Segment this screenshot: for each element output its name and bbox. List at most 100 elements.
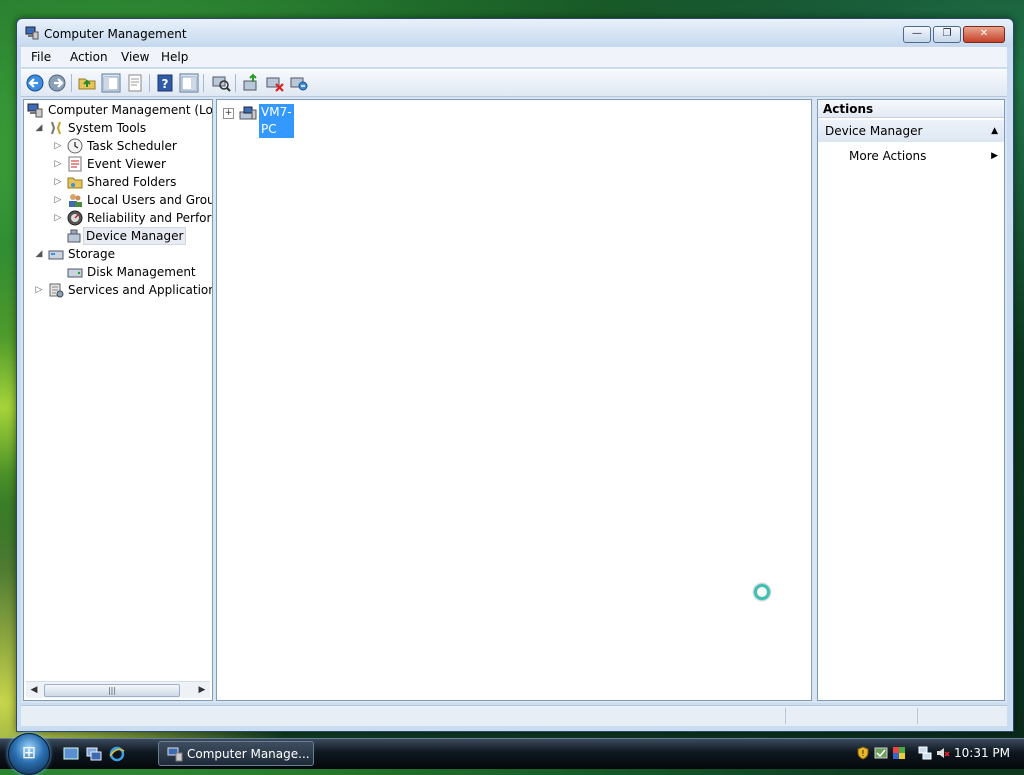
event-viewer-icon [68, 156, 82, 172]
shared-folder-icon [67, 177, 83, 189]
toolbar-separator [71, 74, 72, 92]
actions-pane: Actions Device Manager ▲ More Actions ▶ [817, 99, 1005, 701]
toolbar-separator [203, 74, 204, 92]
tree-item-reliability[interactable]: ▷ Reliability and Performa [26, 209, 212, 227]
tree-item-device-manager[interactable]: Device Manager [26, 227, 212, 245]
actions-section-label: Device Manager [825, 124, 923, 138]
maximize-icon: ❐ [942, 28, 952, 39]
up-folder-icon[interactable] [77, 73, 97, 93]
tree-item-disk-management[interactable]: Disk Management [26, 263, 212, 281]
more-actions-label: More Actions [849, 149, 927, 163]
performance-gauge-icon [67, 210, 83, 226]
services-icon [49, 283, 64, 298]
scroll-left-icon[interactable]: ◀ [26, 682, 42, 698]
horizontal-scrollbar[interactable]: ◀ ||| ▶ [26, 681, 210, 698]
menu-view[interactable]: View [117, 49, 153, 65]
clock[interactable]: 10:31 PM [954, 746, 1010, 760]
status-bar [21, 705, 1007, 726]
toolbar-separator [235, 74, 236, 92]
uninstall-device-icon[interactable] [289, 73, 309, 93]
network-icon[interactable] [918, 746, 932, 760]
maximize-button[interactable]: ❐ [933, 26, 961, 43]
console-tree: Computer Management (Local ◢ System Tool… [23, 99, 213, 701]
switch-windows-icon[interactable] [86, 746, 102, 762]
taskbar: ⊞ Computer Manage... ! 10:31 PM [0, 733, 1024, 775]
menu-bar: File Action View Help [21, 47, 1007, 67]
expand-arrow-icon[interactable]: ▷ [53, 173, 63, 191]
svg-text:?: ? [162, 77, 169, 91]
tree-item-root[interactable]: Computer Management (Local [26, 101, 212, 119]
main-content: Computer Management (Local ◢ System Tool… [21, 97, 1007, 703]
internet-explorer-icon[interactable] [109, 746, 125, 762]
tree-item-task-scheduler[interactable]: ▷ Task Scheduler [26, 137, 212, 155]
show-hide-console-tree-icon[interactable] [101, 73, 121, 93]
scan-hardware-icon[interactable] [211, 73, 231, 93]
system-tools-icon [51, 121, 61, 135]
tree-item-label: Computer Management (Local [48, 103, 213, 117]
computer-icon [239, 106, 257, 120]
toolbar: ? [21, 69, 1007, 97]
updates-icon[interactable] [874, 746, 888, 760]
collapse-arrow-icon[interactable]: ◢ [34, 119, 44, 137]
start-button[interactable]: ⊞ [8, 733, 50, 775]
toolbar-separator [149, 74, 150, 92]
window-controls: — ❐ ✕ [903, 26, 1005, 43]
tree-item-local-users[interactable]: ▷ Local Users and Groups [26, 191, 212, 209]
tree-item-system-tools[interactable]: ◢ System Tools [26, 119, 212, 137]
device-manager-icon [67, 229, 81, 243]
more-actions-item[interactable]: More Actions ▶ [818, 146, 1004, 166]
tree-item-label: Device Manager [83, 227, 187, 245]
scroll-right-icon[interactable]: ▶ [194, 682, 210, 698]
tree-item-label: Disk Management [87, 265, 196, 279]
close-button[interactable]: ✕ [963, 26, 1005, 43]
computer-management-icon [27, 103, 43, 118]
tree-item-label: Local Users and Groups [87, 193, 212, 207]
tree-item-label: Services and Applications [68, 283, 213, 297]
disable-device-icon[interactable] [265, 73, 285, 93]
back-icon[interactable] [25, 73, 45, 93]
computer-management-icon [25, 26, 39, 40]
volume-muted-icon[interactable] [936, 746, 950, 760]
expand-arrow-icon[interactable]: ▷ [34, 281, 44, 299]
security-shield-icon[interactable]: ! [856, 746, 870, 760]
menu-help[interactable]: Help [157, 49, 192, 65]
tree-item-event-viewer[interactable]: ▷ Event Viewer [26, 155, 212, 173]
tree-item-label: Reliability and Performa [87, 211, 212, 225]
expand-arrow-icon[interactable]: ▷ [53, 191, 63, 209]
menu-action[interactable]: Action [66, 49, 112, 65]
close-icon: ✕ [979, 28, 989, 39]
expand-arrow-icon[interactable]: ▷ [53, 209, 63, 227]
menu-file[interactable]: File [27, 49, 55, 65]
help-icon[interactable]: ? [155, 73, 175, 93]
actions-section-device-manager[interactable]: Device Manager ▲ [818, 120, 1004, 142]
taskbar-button-computer-management[interactable]: Computer Manage... [158, 741, 314, 766]
taskbar-button-label: Computer Manage... [187, 747, 310, 761]
tree-item-storage[interactable]: ◢ Storage [26, 245, 212, 263]
storage-icon [48, 250, 64, 260]
tree-item-services[interactable]: ▷ Services and Applications [26, 281, 212, 299]
status-cell [917, 708, 1006, 724]
system-tray: ! 10:31 PM [854, 741, 1024, 767]
tree-item-shared-folders[interactable]: ▷ Shared Folders [26, 173, 212, 191]
computer-name-label: VM7-PC [259, 104, 294, 138]
title-bar[interactable]: Computer Management — ❐ ✕ [17, 19, 1013, 47]
minimize-button[interactable]: — [903, 26, 931, 43]
actions-header: Actions [818, 100, 1004, 118]
expand-arrow-icon[interactable]: ▷ [53, 137, 63, 155]
expand-plus-icon[interactable]: + [223, 108, 234, 119]
update-driver-icon[interactable] [241, 73, 261, 93]
tree-item-label: Task Scheduler [87, 139, 177, 153]
collapse-caret-icon[interactable]: ▲ [991, 120, 998, 142]
windows-logo-icon: ⊞ [21, 743, 37, 763]
collapse-arrow-icon[interactable]: ◢ [34, 245, 44, 263]
scrollbar-thumb[interactable]: ||| [44, 684, 180, 697]
show-desktop-icon[interactable] [63, 746, 79, 762]
forward-icon[interactable] [47, 73, 67, 93]
clock-icon [67, 138, 83, 154]
properties-icon[interactable] [125, 73, 145, 93]
expand-arrow-icon[interactable]: ▷ [53, 155, 63, 173]
windows-flag-icon[interactable] [892, 746, 906, 760]
disk-icon [67, 268, 83, 278]
show-hide-action-pane-icon[interactable] [179, 73, 199, 93]
minimize-icon: — [912, 28, 922, 39]
